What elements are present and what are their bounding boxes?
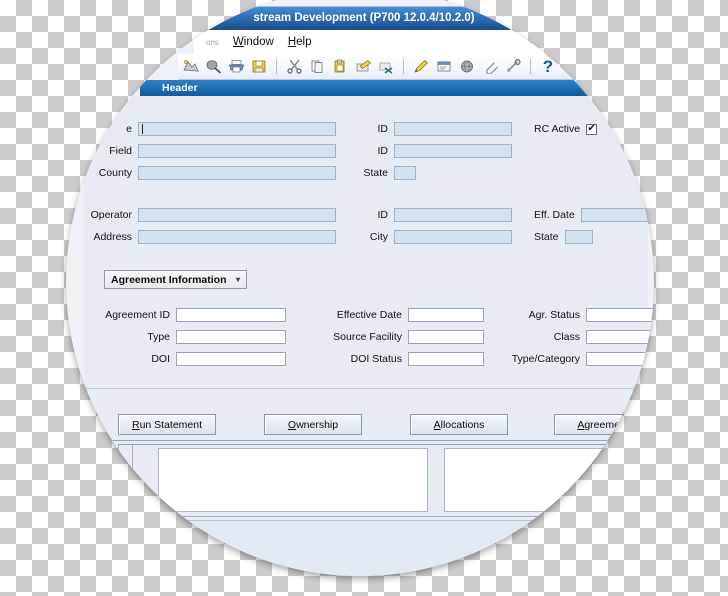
doi-status-label: DOI Status	[350, 353, 402, 365]
rc-active-label: RC Active	[534, 123, 581, 135]
type-category-input[interactable]	[586, 352, 654, 366]
ownership-label: wnership	[296, 418, 339, 431]
operator-id-input[interactable]	[394, 208, 512, 222]
section-selector-label: Agreement Information	[111, 273, 227, 286]
checkbox-mark: ✔	[587, 123, 596, 134]
field-label: Field	[109, 145, 132, 157]
insert-record-icon[interactable]	[411, 57, 431, 77]
edit-record-icon[interactable]	[353, 57, 373, 77]
eff-date-input[interactable]	[580, 208, 654, 222]
menu-item-window-rest: indow	[243, 36, 274, 48]
toolbar-separator	[530, 59, 531, 74]
agreement-label: greement	[584, 418, 629, 431]
run-statement-button[interactable]: Run Statement	[118, 414, 216, 435]
form-canvas: e ID RC Active ✔ Field ID County State O…	[84, 96, 654, 576]
source-facility-input[interactable]	[408, 330, 484, 344]
menu-item-help[interactable]: Help	[288, 36, 312, 48]
operator-label: Operator	[90, 209, 132, 221]
eff-date-label: Eff. Date	[534, 209, 575, 221]
name-label: e	[126, 123, 132, 135]
toolbar: ?	[178, 54, 628, 80]
menu-item-window[interactable]: Window	[233, 36, 274, 48]
county-input[interactable]	[138, 166, 336, 180]
agr-status-input[interactable]	[586, 308, 654, 322]
application-window: stream Development (P700 12.0.4/10.2.0) …	[66, 0, 654, 576]
effective-date-label: Effective Date	[336, 309, 402, 321]
agreement-id-input[interactable]	[176, 308, 286, 322]
county-state-label: State	[363, 167, 388, 179]
address-state-label: State	[534, 231, 559, 243]
doi-input[interactable]	[176, 352, 286, 366]
next-block-icon[interactable]	[434, 57, 454, 77]
window-title: stream Development (P700 12.0.4/10.2.0)	[253, 12, 475, 24]
help-icon[interactable]: ?	[538, 57, 558, 77]
operator-input[interactable]	[138, 208, 336, 222]
bottom-panel-list[interactable]	[158, 448, 428, 512]
agreement-accel: A	[577, 418, 585, 431]
copy-icon[interactable]	[307, 57, 327, 77]
panel-top-divider	[84, 440, 648, 441]
rc-active-checkbox[interactable]: ✔	[586, 123, 598, 135]
type-category-label: Type/Category	[511, 353, 580, 365]
section-divider	[84, 388, 648, 389]
attachment-icon[interactable]	[480, 57, 500, 77]
run-statement-accel: R	[131, 418, 140, 431]
effective-date-input[interactable]	[408, 308, 484, 322]
city-input[interactable]	[394, 230, 512, 244]
allocations-button[interactable]: Allocations	[410, 414, 508, 435]
paste-icon[interactable]	[330, 57, 350, 77]
text-caret	[142, 124, 143, 134]
tools-icon[interactable]	[503, 57, 523, 77]
class-label: Class	[553, 331, 580, 343]
allocations-accel: A	[433, 418, 441, 431]
print-icon[interactable]	[226, 57, 246, 77]
menu-item-truncated[interactable]: ons	[206, 38, 219, 47]
address-state-input[interactable]	[564, 230, 593, 244]
name-id-input[interactable]	[394, 122, 512, 136]
class-input[interactable]	[586, 330, 654, 344]
chevron-down-icon: ▾	[235, 275, 240, 284]
window-titlebar: stream Development (P700 12.0.4/10.2.0)	[194, 6, 534, 30]
address-input[interactable]	[138, 230, 336, 244]
toolbar-separator	[276, 59, 277, 74]
delete-record-icon[interactable]	[376, 57, 396, 77]
type-input[interactable]	[176, 330, 286, 344]
name-id-label: ID	[377, 123, 389, 135]
agr-status-label: Agr. Status	[528, 309, 580, 321]
menu-item-help-rest: elp	[296, 36, 312, 48]
county-state-input[interactable]	[394, 166, 416, 180]
agreement-button[interactable]: Agreement	[554, 414, 652, 435]
doi-label: DOI	[151, 353, 170, 365]
address-label: Address	[93, 231, 132, 243]
field-id-label: ID	[377, 145, 389, 157]
run-statement-label: un Statement	[139, 418, 203, 431]
name-input[interactable]	[138, 122, 336, 136]
field-id-input[interactable]	[394, 144, 512, 158]
section-header-band: Header	[140, 80, 640, 96]
agreement-id-label: Agreement ID	[105, 309, 170, 321]
doi-status-input[interactable]	[408, 352, 484, 366]
ownership-accel: O	[287, 418, 297, 431]
operator-id-label: ID	[377, 209, 389, 221]
status-area	[132, 520, 638, 576]
new-icon[interactable]	[180, 57, 200, 77]
section-header-label: Header	[162, 82, 198, 94]
county-label: County	[98, 167, 132, 179]
cut-icon[interactable]	[284, 57, 304, 77]
menu-bar: ons Window Help	[194, 30, 614, 54]
field-input[interactable]	[138, 144, 336, 158]
bottom-panel-detail[interactable]	[444, 448, 626, 512]
circular-image-mask: stream Development (P700 12.0.4/10.2.0) …	[66, 0, 654, 576]
city-label: City	[369, 231, 388, 243]
panel-bottom-divider	[132, 516, 632, 517]
ownership-button[interactable]: Ownership	[264, 414, 362, 435]
save-icon[interactable]	[249, 57, 269, 77]
source-facility-label: Source Facility	[333, 331, 402, 343]
find-icon[interactable]	[203, 57, 223, 77]
section-selector-dropdown[interactable]: Agreement Information ▾	[104, 270, 247, 289]
toolbar-separator	[403, 59, 404, 74]
allocations-label: llocations	[440, 418, 485, 431]
globe-icon[interactable]	[457, 57, 477, 77]
type-label: Type	[147, 331, 170, 343]
